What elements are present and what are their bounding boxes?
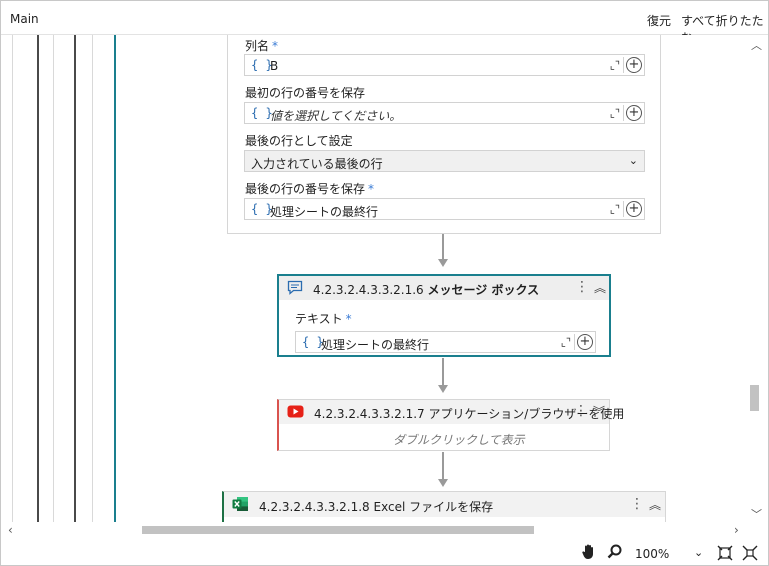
find-row-activity[interactable]: 列名 * { } B ⌞⌝ + 最初の行の番号を保存 { } 値を選択してください… — [227, 35, 661, 234]
designer-header: Main 復元 すべて折りたたむ — [1, 1, 768, 45]
add-value-icon[interactable]: + — [626, 201, 642, 217]
add-value-icon[interactable]: + — [626, 105, 642, 121]
last-row-mode-select[interactable]: 入力されている最後の行 ⌄ — [244, 150, 645, 172]
zoom-search-icon[interactable] — [607, 544, 622, 562]
workflow-canvas[interactable]: 列名 * { } B ⌞⌝ + 最初の行の番号を保存 { } 値を選択してください… — [1, 35, 747, 522]
nesting-line — [53, 35, 54, 522]
vertical-scroll-thumb[interactable] — [750, 385, 759, 411]
expand-editor-icon[interactable]: ⌞⌝ — [610, 59, 620, 72]
connector-line — [442, 234, 444, 260]
scroll-down-icon[interactable]: ﹀ — [751, 506, 762, 522]
field-label: 列名 * — [245, 39, 279, 53]
restore-button[interactable]: 復元 — [647, 12, 671, 29]
use-browser-activity[interactable]: 4.2.3.2.4.3.3.2.1.7 アプリケーション/ブラウザーを使用 ⋮ … — [277, 399, 624, 451]
nesting-line — [74, 35, 76, 522]
zoom-dropdown-chevron-icon[interactable]: ⌄ — [694, 546, 703, 559]
zoom-level[interactable]: 100% — [635, 547, 669, 561]
connector-arrow — [438, 259, 448, 267]
collapse-chevron-icon[interactable]: ︽ — [649, 496, 661, 513]
expand-editor-icon[interactable]: ⌞⌝ — [561, 336, 571, 349]
chevron-down-icon: ⌄ — [628, 154, 638, 167]
expand-chevron-icon[interactable]: ︾ — [593, 403, 605, 420]
chat-bubble-icon — [287, 280, 303, 298]
expand-editor-icon[interactable]: ⌞⌝ — [610, 203, 620, 216]
last-row-number-field[interactable]: { } 処理シートの最終行 ⌞⌝ + — [244, 198, 645, 220]
field-label: 最後の行の番号を保存 * — [245, 182, 375, 196]
nesting-line — [92, 35, 93, 522]
more-options-icon[interactable]: ⋮ — [574, 403, 588, 419]
designer-status-bar: 100% ⌄ — [1, 540, 768, 565]
fit-to-screen-icon[interactable] — [717, 545, 733, 564]
connector-line — [442, 358, 444, 386]
connector-arrow — [438, 385, 448, 393]
field-label: テキスト * — [295, 312, 352, 326]
message-box-activity[interactable]: 4.2.3.2.4.3.3.2.1.6 メッセージ ボックス ⋮ ︽ テキスト *… — [277, 274, 611, 357]
nesting-line-active — [114, 35, 116, 522]
connector-arrow — [438, 479, 448, 487]
connector-line — [442, 452, 444, 480]
more-options-icon[interactable]: ⋮ — [575, 279, 589, 295]
more-options-icon[interactable]: ⋮ — [630, 496, 644, 512]
first-row-number-field[interactable]: { } 値を選択してください。 ⌞⌝ + — [244, 102, 645, 124]
horizontal-scroll-thumb[interactable] — [142, 526, 534, 534]
expand-editor-icon[interactable]: ⌞⌝ — [610, 107, 620, 120]
field-label: 最後の行として設定 — [245, 134, 353, 148]
scroll-right-icon[interactable]: › — [734, 523, 739, 537]
scroll-up-icon[interactable]: ︿ — [751, 37, 762, 53]
message-text-field[interactable]: { } 処理シートの最終行 ⌞⌝ + — [295, 331, 596, 353]
horizontal-scrollbar[interactable]: ‹ › — [1, 522, 747, 540]
collapse-chevron-icon[interactable]: ︽ — [594, 279, 606, 296]
actual-size-icon[interactable] — [742, 545, 758, 564]
add-value-icon[interactable]: + — [626, 57, 642, 73]
activity-header[interactable]: 4.2.3.2.4.3.3.2.1.8 Excel ファイルを保存 ⋮ ︽ — [224, 492, 665, 517]
activity-header[interactable]: 4.2.3.2.4.3.3.2.1.6 メッセージ ボックス ⋮ ︽ — [279, 276, 609, 300]
vertical-scrollbar[interactable]: ︿ ﹀ — [747, 35, 767, 522]
nesting-line — [37, 35, 39, 522]
activity-header[interactable]: 4.2.3.2.4.3.3.2.1.7 アプリケーション/ブラウザーを使用 ⋮ … — [279, 400, 624, 424]
save-excel-activity[interactable]: 4.2.3.2.4.3.3.2.1.8 Excel ファイルを保存 ⋮ ︽ — [222, 491, 666, 522]
scroll-left-icon[interactable]: ‹ — [8, 523, 13, 537]
nesting-line — [12, 35, 13, 522]
column-name-field[interactable]: { } B ⌞⌝ + — [244, 54, 645, 76]
add-value-icon[interactable]: + — [577, 334, 593, 350]
field-label: 最初の行の番号を保存 — [245, 86, 366, 100]
hand-pan-icon[interactable] — [581, 543, 597, 563]
excel-icon — [232, 496, 249, 515]
double-click-hint: ダブルクリックして表示 — [393, 433, 525, 447]
youtube-play-icon — [287, 405, 304, 421]
breadcrumb-title: Main — [10, 12, 39, 26]
